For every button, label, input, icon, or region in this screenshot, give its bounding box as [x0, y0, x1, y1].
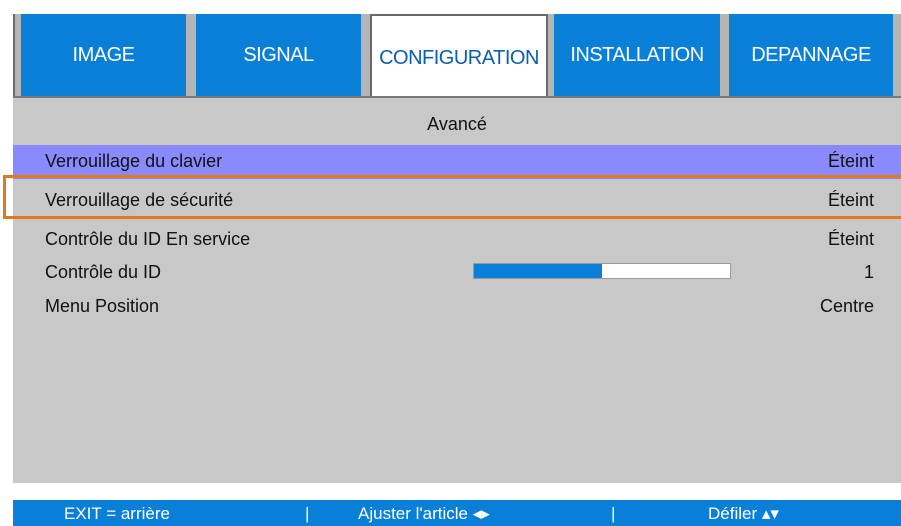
- tab-label: DEPANNAGE: [751, 43, 871, 66]
- settings-panel: Avancé Verrouillage du clavier Éteint Ve…: [13, 96, 901, 483]
- footer-exit-hint: EXIT = arrière: [64, 504, 170, 523]
- row-value: Centre: [819, 296, 874, 316]
- tab-installation[interactable]: INSTALLATION: [554, 14, 720, 96]
- row-label: Verrouillage de sécurité: [45, 190, 234, 210]
- tab-depannage[interactable]: DEPANNAGE: [729, 14, 893, 96]
- row-label: Verrouillage du clavier: [45, 151, 223, 171]
- osd-menu: IMAGE SIGNAL CONFIGURATION INSTALLATION …: [0, 0, 901, 526]
- footer-separator: |: [305, 504, 310, 523]
- footer-separator: |: [611, 504, 616, 523]
- tab-label: SIGNAL: [243, 43, 314, 66]
- tab-configuration[interactable]: CONFIGURATION: [370, 14, 548, 100]
- row-label: Menu Position: [45, 296, 160, 316]
- menu-row-id-control[interactable]: Contrôle du ID 1: [13, 256, 901, 290]
- footer-adjust-hint: Ajuster l'article ◂▸: [358, 504, 490, 523]
- row-value: Éteint: [827, 229, 874, 249]
- menu-row-menu-position[interactable]: Menu Position Centre: [13, 290, 901, 324]
- tab-bar: IMAGE SIGNAL CONFIGURATION INSTALLATION …: [13, 14, 901, 100]
- slider-fill: [474, 264, 602, 278]
- menu-row-security-lock[interactable]: Verrouillage de sécurité Éteint: [13, 184, 901, 218]
- tab-image[interactable]: IMAGE: [21, 14, 186, 96]
- row-value: Éteint: [827, 190, 874, 210]
- tab-label: IMAGE: [72, 43, 135, 66]
- row-value: 1: [863, 262, 874, 282]
- row-label: Contrôle du ID: [45, 262, 162, 282]
- row-value: Éteint: [827, 151, 874, 171]
- id-slider[interactable]: [473, 263, 731, 279]
- footer-hints: EXIT = arrière | Ajuster l'article ◂▸ | …: [13, 500, 901, 526]
- tab-label: INSTALLATION: [570, 43, 704, 66]
- footer-gap: [0, 483, 901, 500]
- menu-row-id-control-enabled[interactable]: Contrôle du ID En service Éteint: [13, 223, 901, 257]
- tab-label: CONFIGURATION: [379, 46, 539, 69]
- row-label: Contrôle du ID En service: [45, 229, 251, 249]
- panel-title: Avancé: [427, 114, 487, 134]
- tab-signal[interactable]: SIGNAL: [196, 14, 361, 96]
- footer-scroll-hint: Défiler ▴▾: [708, 504, 779, 523]
- menu-row-keypad-lock[interactable]: Verrouillage du clavier Éteint: [13, 145, 901, 179]
